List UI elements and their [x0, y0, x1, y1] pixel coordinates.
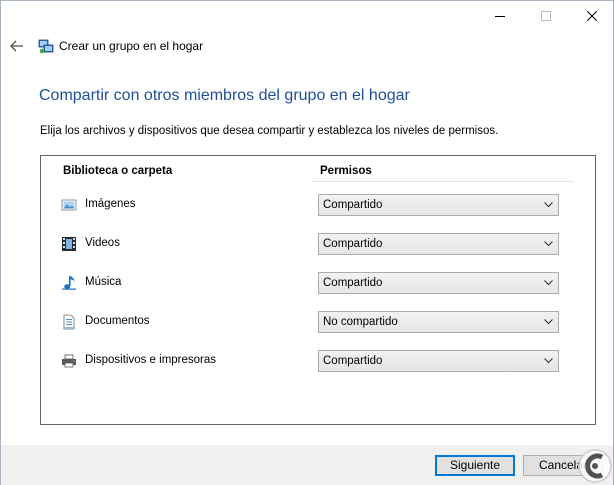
- permission-value: Compartido: [323, 277, 383, 289]
- library-label: Documentos: [85, 315, 150, 327]
- permission-value: Compartido: [323, 199, 383, 211]
- chevron-down-icon: [544, 319, 553, 325]
- back-arrow-icon: [10, 40, 23, 52]
- close-button[interactable]: [569, 1, 614, 31]
- library-row-videos: Videos Compartido: [41, 232, 595, 256]
- library-row-music: Música Compartido: [41, 271, 595, 295]
- permission-dropdown[interactable]: Compartido: [318, 194, 559, 216]
- music-icon: [62, 276, 76, 290]
- chevron-down-icon: [544, 241, 553, 247]
- footer-bar: Siguiente Cancelar: [1, 445, 613, 485]
- printer-icon: [62, 354, 76, 368]
- page-heading: Compartir con otros miembros del grupo e…: [39, 87, 410, 104]
- library-label: Imágenes: [85, 198, 136, 210]
- header-divider: [312, 181, 574, 182]
- sharing-panel: Biblioteca o carpeta Permisos Imágenes C…: [40, 155, 596, 425]
- instructions-text: Elija los archivos y dispositivos que de…: [40, 125, 499, 137]
- wizard-title: Crear un grupo en el hogar: [59, 39, 204, 53]
- library-row-printers: Dispositivos e impresoras Compartido: [41, 349, 595, 373]
- permission-dropdown[interactable]: Compartido: [318, 350, 559, 372]
- maximize-button[interactable]: [523, 1, 569, 31]
- watermark-logo: [578, 449, 612, 483]
- permission-dropdown[interactable]: Compartido: [318, 272, 559, 294]
- permission-dropdown[interactable]: Compartido: [318, 233, 559, 255]
- back-button[interactable]: [7, 37, 27, 55]
- maximize-icon: [541, 11, 551, 21]
- library-row-documents: Documentos No compartido: [41, 310, 595, 334]
- library-label: Videos: [85, 237, 120, 249]
- minimize-button[interactable]: [477, 1, 523, 31]
- videos-icon: [62, 237, 76, 251]
- permission-dropdown[interactable]: No compartido: [318, 311, 559, 333]
- close-icon: [587, 11, 597, 21]
- minimize-icon: [495, 16, 505, 17]
- chevron-down-icon: [544, 202, 553, 208]
- next-button[interactable]: Siguiente: [435, 455, 515, 476]
- permission-value: No compartido: [323, 316, 398, 328]
- documents-icon: [63, 314, 75, 330]
- pictures-icon: [61, 199, 77, 211]
- homegroup-icon: [38, 39, 54, 54]
- permission-value: Compartido: [323, 355, 383, 367]
- library-label: Dispositivos e impresoras: [85, 354, 217, 366]
- chevron-down-icon: [544, 358, 553, 364]
- library-label: Música: [85, 276, 122, 288]
- permissions-column-header: Permisos: [320, 165, 372, 177]
- library-row-pictures: Imágenes Compartido: [41, 193, 595, 217]
- permission-value: Compartido: [323, 238, 383, 250]
- library-column-header: Biblioteca o carpeta: [63, 165, 173, 177]
- chevron-down-icon: [544, 280, 553, 286]
- homegroup-wizard-window: Crear un grupo en el hogar Compartir con…: [0, 0, 614, 485]
